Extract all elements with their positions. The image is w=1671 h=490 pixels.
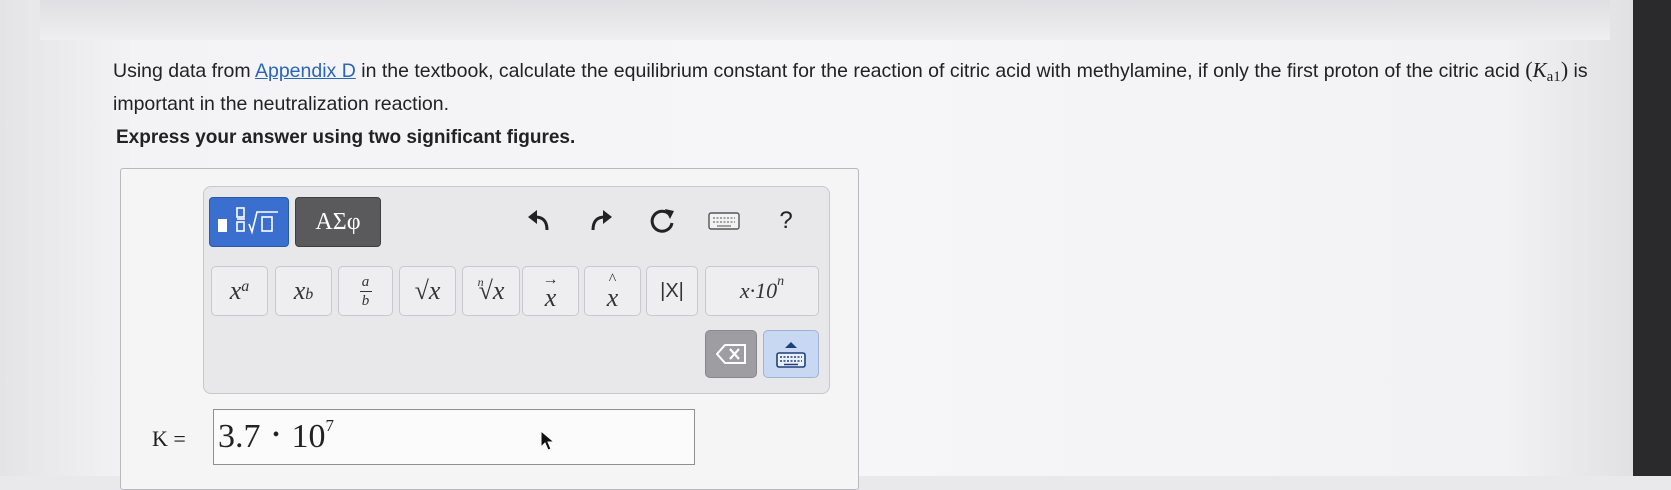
fraction-denominator: b — [361, 292, 370, 309]
square-root-key[interactable]: √x — [399, 266, 456, 316]
superscript-key[interactable]: xa — [211, 266, 268, 316]
answer-label: K = — [152, 426, 186, 451]
ka-subscript: a1 — [1546, 69, 1561, 85]
subscript-key[interactable]: xb — [275, 266, 332, 316]
square-root-label: √x — [414, 276, 441, 305]
unit-vector-key[interactable]: ^ x — [584, 266, 641, 316]
nth-root-index: n — [477, 274, 484, 289]
templates-icon — [218, 207, 278, 235]
mouse-cursor-icon — [540, 430, 556, 451]
chevron-up-icon — [785, 341, 797, 348]
answer-exponent: 7 — [325, 416, 335, 435]
unit-vector-label: x — [606, 283, 619, 312]
nth-root-key[interactable]: n √x — [462, 266, 520, 316]
help-button[interactable]: ? — [770, 205, 802, 237]
question-text: Using data from Appendix D in the textbo… — [113, 56, 1613, 118]
redo-icon — [591, 210, 612, 231]
absolute-value-key[interactable]: |X| — [646, 266, 698, 316]
answer-multiply-dot: • — [272, 423, 280, 446]
answer-mantissa: 3.7 — [218, 418, 261, 455]
fraction-glyph: a b — [359, 273, 372, 309]
fraction-bar — [359, 290, 372, 292]
redo-button[interactable] — [584, 205, 616, 237]
ka-symbol: K — [1532, 58, 1547, 82]
answer-input[interactable]: 3.7 • 10 7 — [213, 409, 695, 465]
greek-symbols-button[interactable]: ΑΣφ — [295, 197, 381, 247]
backspace-icon — [716, 344, 746, 364]
undo-button[interactable] — [524, 205, 556, 237]
appendix-d-link[interactable]: Appendix D — [255, 60, 356, 82]
reset-icon — [650, 209, 674, 233]
instruction-text: Express your answer using two significan… — [116, 127, 576, 148]
scientific-notation-exponent: n — [777, 274, 785, 289]
reset-button[interactable] — [646, 205, 678, 237]
fraction-key[interactable]: a b — [338, 266, 393, 316]
question-text-part: in the textbook, calculate the equilibri… — [355, 60, 1526, 82]
question-text-part: Using data from — [113, 60, 255, 82]
scientific-notation-label: x·10 — [739, 278, 778, 303]
open-paren: ( — [1525, 57, 1533, 82]
show-keyboard-button[interactable] — [763, 330, 819, 378]
keyboard-icon — [708, 212, 740, 230]
right-edge — [1633, 0, 1671, 476]
subscript-key-base: x — [293, 276, 306, 305]
backspace-button[interactable] — [705, 330, 757, 378]
top-strip — [40, 0, 1610, 40]
answer-base: 10 — [291, 418, 326, 455]
keyboard-shortcuts-button[interactable] — [707, 205, 741, 237]
templates-button[interactable] — [209, 197, 289, 247]
undo-icon — [528, 210, 549, 231]
fraction-numerator: a — [361, 273, 370, 290]
vector-label: x — [544, 283, 557, 312]
superscript-key-base: x — [229, 276, 242, 305]
keyboard-icon — [776, 351, 806, 368]
vector-key[interactable]: → x — [522, 266, 579, 316]
scientific-notation-key[interactable]: x·10 n — [705, 266, 819, 316]
subscript-key-script: b — [305, 286, 314, 303]
superscript-key-script: a — [241, 278, 250, 295]
